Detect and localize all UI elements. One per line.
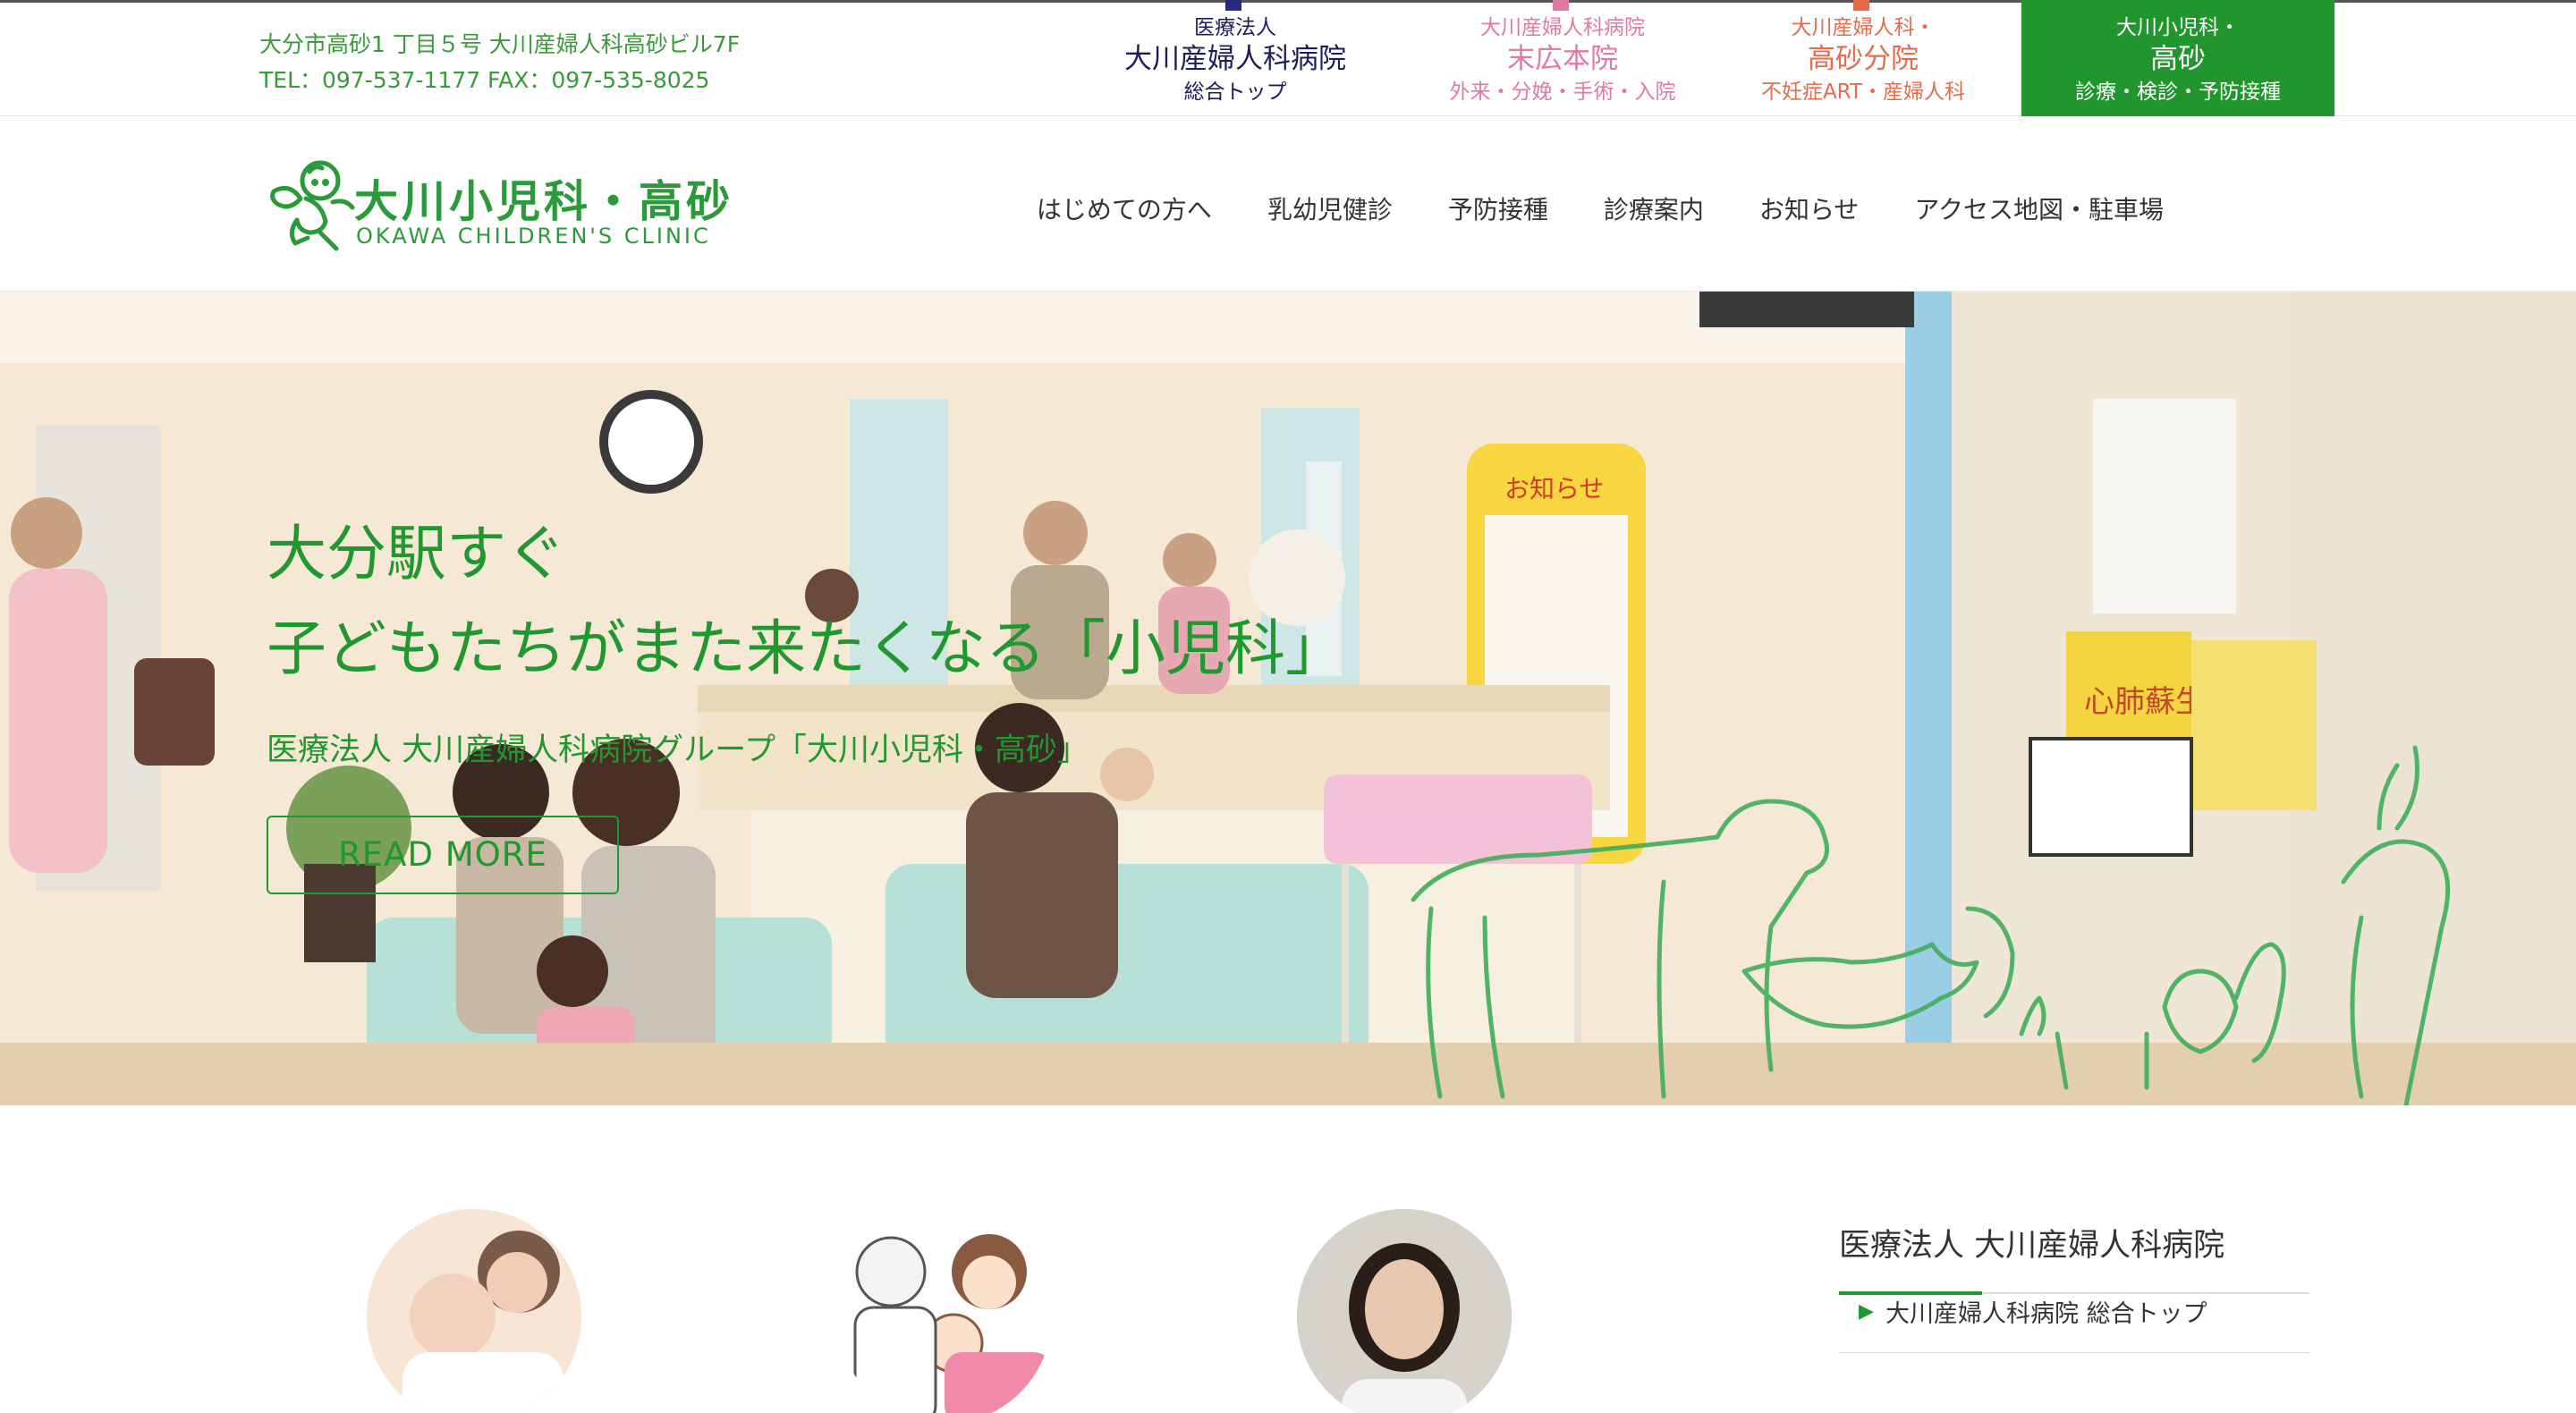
hero-copy: 大分駅すぐ 子どもたちがまた来たくなる「小児科」 医療法人 大川産婦人科病院グル…: [267, 506, 1345, 770]
group-tab-suehiro[interactable]: 大川産婦人科病院 末広本院 外来・分娩・手術・入院: [1401, 0, 1724, 116]
group-tab-takasago-branch[interactable]: 大川産婦人科・ 高砂分院 不妊症ART・産婦人科: [1701, 0, 2025, 116]
mother-baby-image: [367, 1209, 581, 1413]
hero-headline-line2: 子どもたちがまた来たくなる「小児科」: [267, 613, 1345, 683]
group-sidebar: 医療法人 大川産婦人科病院 ▶ 大川産婦人科病院 総合トップ: [1839, 1220, 2309, 1353]
tab-marker: [1853, 0, 1869, 11]
doctor-illustration[interactable]: [837, 1209, 1052, 1413]
logo-english-name: OKAWA CHILDREN'S CLINIC: [356, 224, 711, 249]
lower-content: 医療法人 大川産婦人科病院 ▶ 大川産婦人科病院 総合トップ: [0, 1105, 2576, 1413]
tab-small-label: 大川産婦人科・: [1791, 16, 1936, 39]
sidebar-title: 医療法人 大川産婦人科病院: [1839, 1228, 2225, 1264]
group-tab-general-top[interactable]: 医療法人 大川産婦人科病院 総合トップ: [1073, 0, 1397, 116]
nav-first-visit[interactable]: はじめての方へ: [1009, 172, 1240, 249]
hero-headline-line1: 大分駅すぐ: [267, 519, 566, 588]
read-more-button[interactable]: READ MORE: [267, 816, 619, 894]
nav-infant-checkup[interactable]: 乳幼児健診: [1240, 172, 1420, 249]
tab-main-label: 高砂分院: [1808, 43, 1919, 75]
doctor-portrait-image: [1297, 1209, 1512, 1413]
tab-sub-label: 外来・分娩・手術・入院: [1449, 80, 1676, 104]
site-logo[interactable]: 大川小児科・高砂 OKAWA CHILDREN'S CLINIC: [265, 156, 748, 256]
poster-text: 心肺蘇生: [2084, 684, 2206, 720]
sidebar-item-divider: [1839, 1352, 2309, 1353]
nav-medical-info[interactable]: 診療案内: [1576, 172, 1732, 249]
tab-main-label: 高砂: [2150, 43, 2206, 75]
tab-main-label: 大川産婦人科病院: [1124, 43, 1346, 75]
tab-marker: [1553, 0, 1569, 11]
chevron-right-icon: ▶: [1859, 1300, 1874, 1323]
clinic-address-block: 大分市高砂1 丁目５号 大川産婦人科高砂ビル7F TEL：097-537-117…: [259, 27, 740, 98]
main-nav: はじめての方へ 乳幼児健診 予防接種 診療案内 お知らせ アクセス地図・駐車場: [1009, 172, 2191, 249]
tab-sub-label: 不妊症ART・産婦人科: [1760, 80, 1966, 104]
sidebar-divider: [1839, 1291, 2309, 1295]
tab-main-label: 末広本院: [1507, 43, 1618, 75]
sidebar-link-label: 大川産婦人科病院 総合トップ: [1885, 1300, 2207, 1328]
nav-vaccination[interactable]: 予防接種: [1420, 172, 1576, 249]
mother-baby-photo[interactable]: [367, 1209, 581, 1413]
top-info-bar: 大分市高砂1 丁目５号 大川産婦人科高砂ビル7F TEL：097-537-117…: [0, 0, 2576, 116]
nav-access-parking[interactable]: アクセス地図・駐車場: [1886, 172, 2191, 249]
divider-accent: [1839, 1291, 1982, 1295]
clinic-phone-fax: TEL：097-537-1177 FAX：097-535-8025: [259, 67, 710, 93]
hero-banner: お知らせ 心肺蘇生 大分駅すぐ 子どもたちがまた来たくなる「小児科」 医療法人 …: [0, 292, 2576, 1105]
sidebar-link-general-top[interactable]: ▶ 大川産婦人科病院 総合トップ: [1839, 1300, 2207, 1328]
nav-news[interactable]: お知らせ: [1732, 172, 1886, 249]
doctor-exam-illustration: [837, 1209, 1052, 1413]
angel-baby-logo-icon: [270, 160, 355, 251]
clinic-address: 大分市高砂1 丁目５号 大川産婦人科高砂ビル7F: [259, 31, 741, 57]
tab-marker: [1225, 0, 1241, 11]
notice-board-label: お知らせ: [1504, 474, 1604, 503]
hero-subheading: 医療法人 大川産婦人科病院グループ「大川小児科・高砂」: [267, 732, 1089, 768]
tab-sub-label: 診療・検診・予防接種: [2075, 80, 2281, 104]
tab-small-label: 大川産婦人科病院: [1480, 16, 1645, 39]
tab-small-label: 医療法人: [1194, 16, 1276, 39]
tab-small-label: 大川小児科・: [2116, 16, 2240, 39]
site-header: 大川小児科・高砂 OKAWA CHILDREN'S CLINIC はじめての方へ…: [0, 116, 2576, 292]
logo-japanese-name: 大川小児科・高砂: [354, 176, 734, 227]
doctor-portrait-photo[interactable]: [1297, 1209, 1512, 1413]
tab-sub-label: 総合トップ: [1183, 80, 1287, 104]
group-tab-pediatrics-active[interactable]: 大川小児科・ 高砂 診療・検診・予防接種: [2021, 0, 2334, 116]
